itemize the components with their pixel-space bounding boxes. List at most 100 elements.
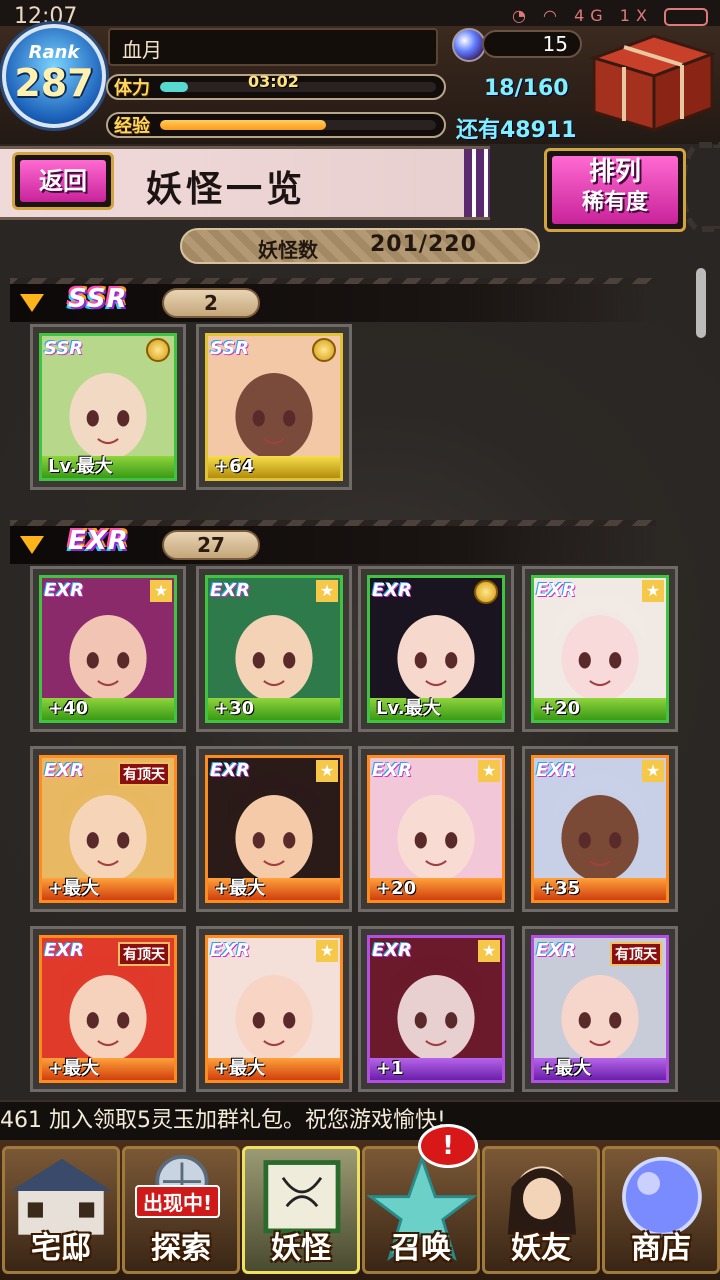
monster-card[interactable]: EXR ★ +1 bbox=[358, 926, 514, 1092]
nav-house[interactable]: 宅邸 bbox=[2, 1146, 120, 1274]
status-icons: ◔ ◠ 4G 1X bbox=[512, 6, 708, 26]
nav-explore[interactable]: 出现中! 探索 bbox=[122, 1146, 240, 1274]
star-icon: ★ bbox=[642, 760, 664, 782]
rarity-label: SSR bbox=[68, 284, 128, 314]
card-level: +最大 bbox=[208, 878, 340, 900]
monster-card[interactable]: EXR ★ +最大 bbox=[196, 746, 352, 912]
stamina-bar: 体力 03:02 bbox=[106, 72, 446, 100]
rank-value: 287 bbox=[14, 61, 94, 105]
rarity-badge: EXR bbox=[372, 760, 413, 781]
medal-icon bbox=[474, 580, 498, 604]
alarm-icon: ◔ bbox=[511, 6, 532, 25]
monster-count-label: 妖怪数 bbox=[258, 238, 318, 262]
rarity-badge: EXR bbox=[44, 580, 85, 601]
monster-count-bar: 妖怪数 201/220 bbox=[180, 228, 540, 264]
monster-card[interactable]: EXR Lv.最大 bbox=[358, 566, 514, 732]
monster-card[interactable]: EXR ★ +20 bbox=[358, 746, 514, 912]
monster-card[interactable]: SSR Lv.最大 bbox=[30, 324, 186, 490]
list-scrollbar[interactable] bbox=[696, 268, 706, 338]
stamina-timer: 03:02 bbox=[248, 72, 299, 91]
section-header[interactable]: SSR 2 bbox=[10, 278, 656, 322]
nav-friend[interactable]: 妖友 bbox=[482, 1146, 600, 1274]
summon-alert-badge: ! bbox=[418, 1124, 478, 1168]
monster-card[interactable]: EXR ★ +35 bbox=[522, 746, 678, 912]
card-level: +20 bbox=[370, 878, 502, 900]
card-level: +20 bbox=[534, 698, 666, 720]
medal-icon bbox=[312, 338, 336, 362]
sort-button[interactable]: 排列 稀有度 bbox=[544, 148, 686, 232]
nav-label: 妖怪 bbox=[271, 1231, 331, 1266]
rarity-badge: EXR bbox=[44, 940, 85, 961]
star-icon: ★ bbox=[478, 760, 500, 782]
treasure-chest-icon[interactable] bbox=[584, 28, 718, 134]
card-level: +最大 bbox=[42, 1058, 174, 1080]
rarity-badge: EXR bbox=[44, 760, 85, 781]
monster-count-value: 201/220 bbox=[370, 232, 477, 257]
rank-label: Rank bbox=[28, 42, 80, 63]
star-icon: ★ bbox=[478, 940, 500, 962]
rarity-badge: EXR bbox=[210, 580, 251, 601]
stamina-value: 18/160 bbox=[484, 76, 569, 101]
spirit-orb-icon bbox=[452, 28, 486, 62]
monster-card[interactable]: EXR ★ +40 bbox=[30, 566, 186, 732]
back-button-label: 返回 bbox=[20, 160, 106, 202]
star-icon: ★ bbox=[316, 760, 338, 782]
exp-label: 经验 bbox=[114, 116, 150, 137]
nav-label: 商店 bbox=[631, 1231, 691, 1266]
section-header[interactable]: EXR 27 bbox=[10, 520, 656, 564]
rarity-badge: EXR bbox=[536, 580, 577, 601]
rarity-badge: EXR bbox=[536, 760, 577, 781]
section-count: 27 bbox=[162, 530, 260, 560]
card-level: +64 bbox=[208, 456, 340, 478]
player-name: 血月 bbox=[108, 28, 438, 66]
monster-card[interactable]: EXR ★ +最大 bbox=[196, 926, 352, 1092]
card-level: +40 bbox=[42, 698, 174, 720]
nav-scroll[interactable]: 妖怪 bbox=[242, 1146, 360, 1274]
rank-tag: 有顶天 bbox=[118, 942, 170, 966]
monster-card[interactable]: EXR 有顶天 +最大 bbox=[30, 746, 186, 912]
card-level: +35 bbox=[534, 878, 666, 900]
rarity-badge: EXR bbox=[372, 940, 413, 961]
stamina-fill bbox=[160, 82, 188, 92]
card-level: Lv.最大 bbox=[42, 456, 174, 478]
nav-crystal-ball[interactable]: 商店 bbox=[602, 1146, 720, 1274]
gear-icon bbox=[680, 142, 720, 232]
star-icon: ★ bbox=[150, 580, 172, 602]
banner-stripe bbox=[464, 149, 490, 217]
monster-card[interactable]: EXR ★ +30 bbox=[196, 566, 352, 732]
sort-label: 排列 bbox=[588, 157, 641, 187]
money-value: 还有48911 bbox=[456, 118, 577, 143]
collapse-triangle-icon[interactable] bbox=[20, 536, 44, 554]
bottom-nav: 宅邸 出现中! 探索 妖怪 召唤 妖友 商店 bbox=[0, 1140, 720, 1280]
rarity-badge: EXR bbox=[372, 580, 413, 601]
star-icon: ★ bbox=[642, 580, 664, 602]
rarity-badge: EXR bbox=[536, 940, 577, 961]
card-level: +最大 bbox=[42, 878, 174, 900]
nav-label: 妖友 bbox=[511, 1231, 571, 1266]
card-level: +30 bbox=[208, 698, 340, 720]
section-count: 2 bbox=[162, 288, 260, 318]
monster-list[interactable]: SSR 2 SSR Lv.最大 SSR +64 EXR 27 EXR ★ +40 EXR ★ +30 EXR… bbox=[0, 264, 720, 1100]
nav-label: 探索 bbox=[151, 1231, 211, 1266]
rank-tag: 有顶天 bbox=[610, 942, 662, 966]
monster-card[interactable]: EXR 有顶天 +最大 bbox=[30, 926, 186, 1092]
collapse-triangle-icon[interactable] bbox=[20, 294, 44, 312]
rank-tag: 有顶天 bbox=[118, 762, 170, 786]
rank-badge: Rank 287 bbox=[2, 24, 106, 128]
nav-label: 召唤 bbox=[391, 1231, 451, 1266]
rarity-label: EXR bbox=[68, 526, 129, 556]
card-level: Lv.最大 bbox=[370, 698, 502, 720]
page-title: 妖怪一览 bbox=[146, 168, 307, 210]
monster-card[interactable]: EXR ★ +20 bbox=[522, 566, 678, 732]
appearing-badge: 出现中! bbox=[135, 1185, 221, 1218]
back-button[interactable]: 返回 bbox=[12, 152, 114, 210]
monster-card[interactable]: EXR 有顶天 +最大 bbox=[522, 926, 678, 1092]
rarity-badge: EXR bbox=[210, 760, 251, 781]
monster-card[interactable]: SSR +64 bbox=[196, 324, 352, 490]
card-level: +最大 bbox=[208, 1058, 340, 1080]
news-ticker: 461 加入领取5灵玉加群礼包。祝您游戏愉快! bbox=[0, 1100, 720, 1140]
rarity-badge: SSR bbox=[210, 338, 250, 359]
nav-label: 宅邸 bbox=[31, 1231, 91, 1266]
sort-value: 稀有度 bbox=[581, 190, 648, 215]
stamina-label: 体力 bbox=[114, 78, 150, 99]
